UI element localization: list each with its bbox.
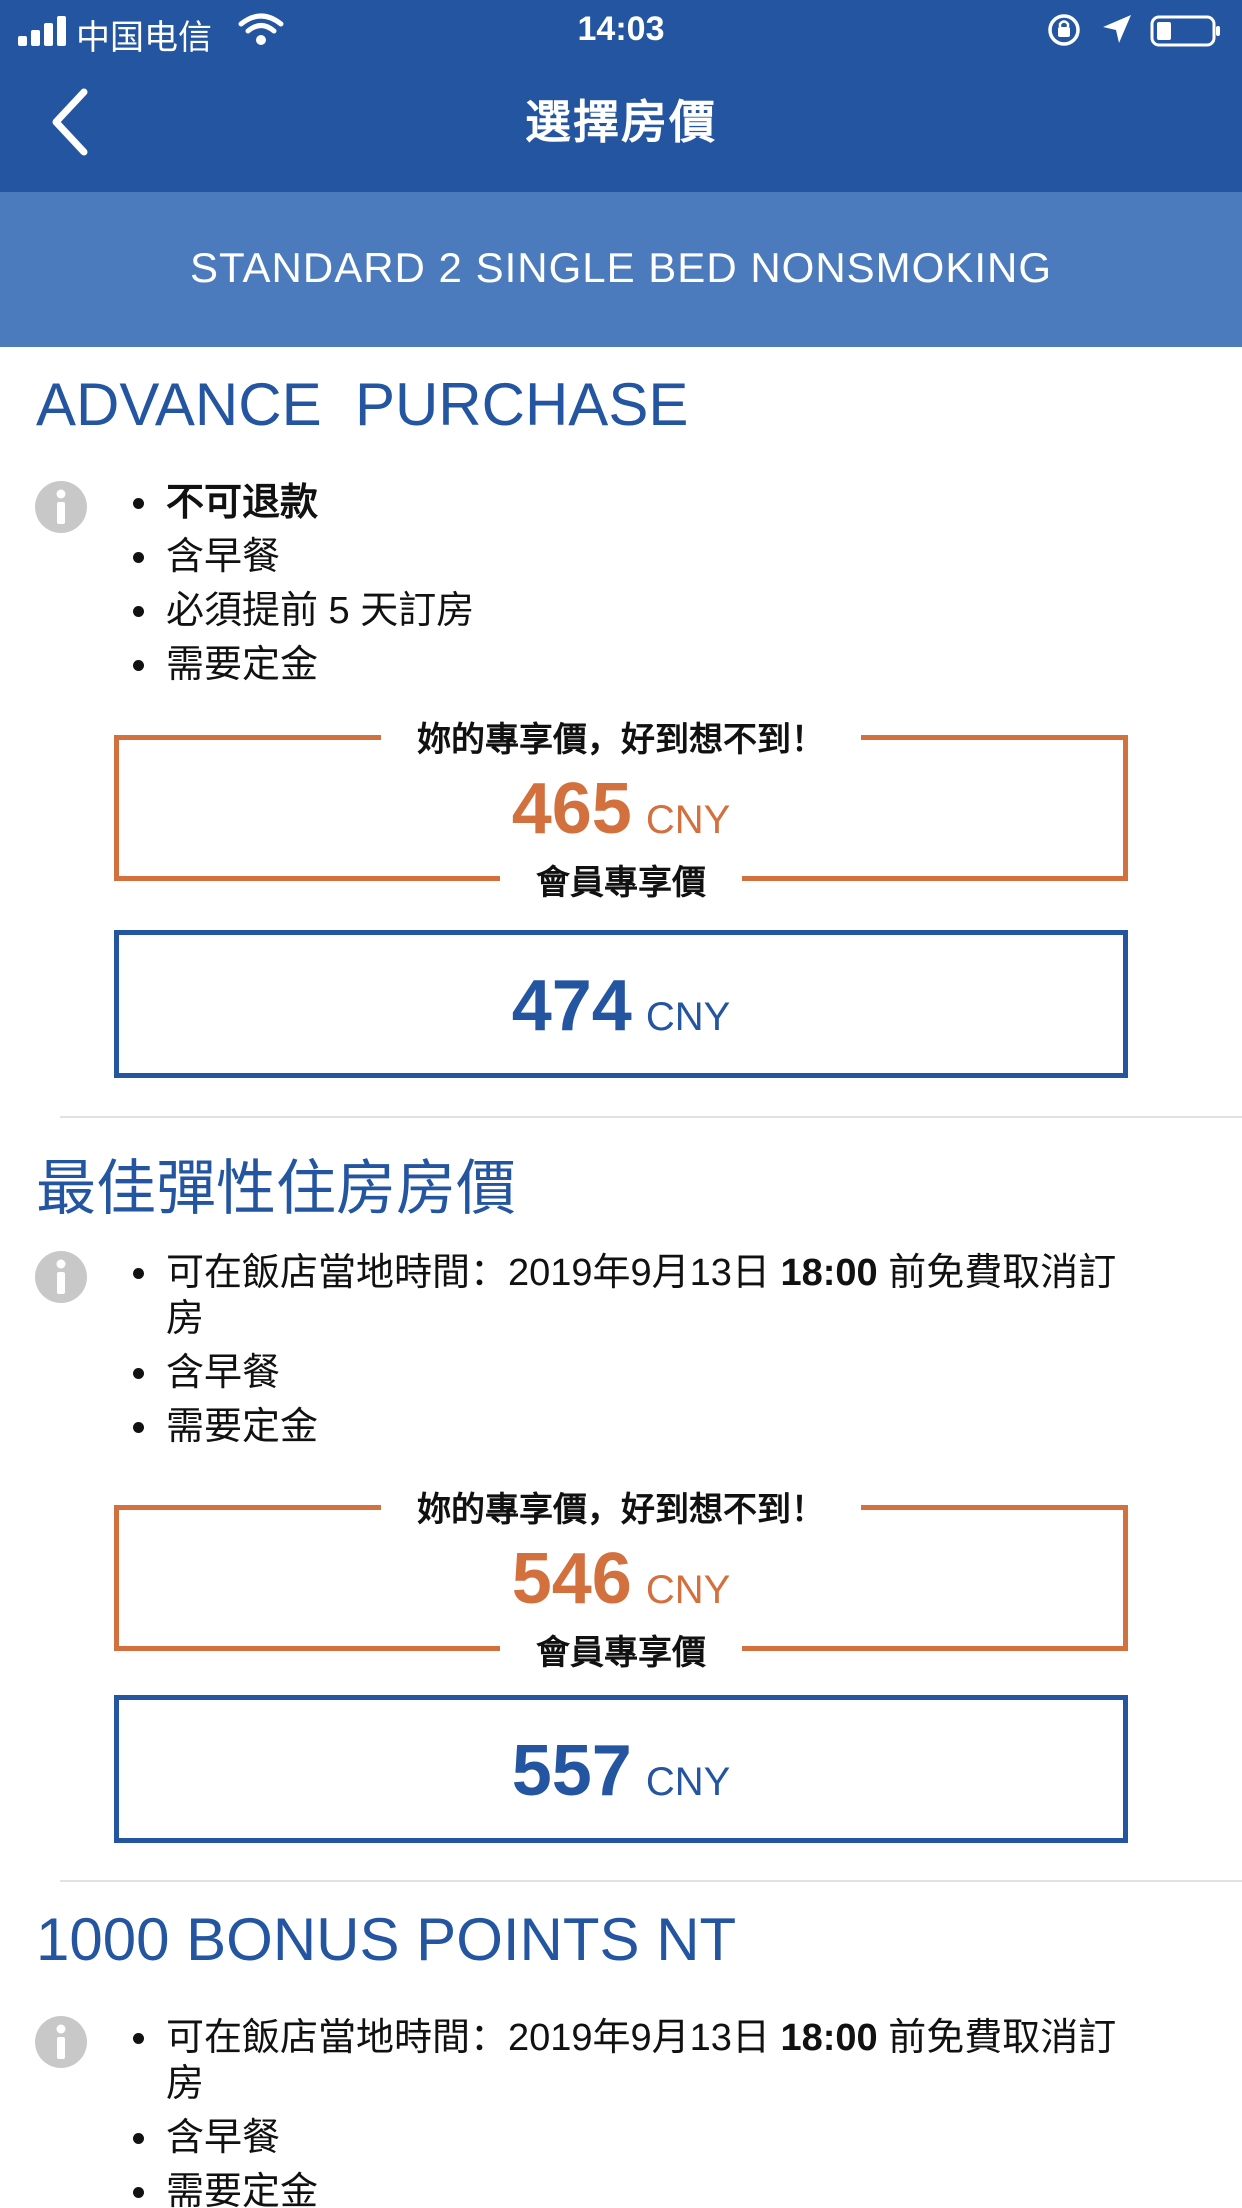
standard-price-button[interactable]: 474 CNY bbox=[114, 930, 1128, 1078]
page-title: 選擇房價 bbox=[525, 96, 717, 148]
cancel-policy-text: 可在飯店當地時間：2019年9月13日 bbox=[166, 2017, 781, 2059]
feature-list: 不可退款 含早餐 必須提前 5 天訂房 需要定金 bbox=[120, 476, 1162, 692]
info-icon[interactable] bbox=[34, 1250, 88, 1304]
rate-plan: 最佳彈性住房房價 可在飯店當地時間：2019年9月13日 18:00 前免費取消… bbox=[0, 1140, 1242, 1860]
divider bbox=[60, 1880, 1242, 1882]
standard-price-currency: CNY bbox=[645, 995, 731, 1039]
feature-list: 可在飯店當地時間：2019年9月13日 18:00 前免費取消訂房 含早餐 需要… bbox=[120, 1246, 1142, 1454]
status-bar: 中国电信 14:03 bbox=[0, 0, 1242, 62]
member-caption-bottom: 會員專享價 bbox=[500, 864, 742, 902]
location-arrow-icon bbox=[1103, 15, 1131, 43]
cancel-policy-time: 18:00 bbox=[780, 1252, 878, 1294]
standard-price: 474 CNY bbox=[119, 965, 1123, 1047]
standard-price-amount: 557 bbox=[511, 1731, 632, 1811]
member-price-currency: CNY bbox=[645, 1568, 731, 1612]
feature-list: 可在飯店當地時間：2019年9月13日 18:00 前免費取消訂房 含早餐 需要… bbox=[120, 2011, 1142, 2208]
rate-plan: 1000 BONUS POINTS NT 可在飯店當地時間：2019年9月13日… bbox=[0, 1905, 1242, 2208]
feature-item: 需要定金 bbox=[162, 1400, 1142, 1454]
feature-item: 必須提前 5 天訂房 bbox=[162, 584, 1162, 638]
standard-price: 557 CNY bbox=[119, 1730, 1123, 1812]
feature-item: 需要定金 bbox=[162, 638, 1162, 692]
feature-item: 含早餐 bbox=[162, 2111, 1142, 2165]
feature-item: 需要定金 bbox=[162, 2165, 1142, 2208]
member-price: 465 CNY bbox=[119, 768, 1123, 850]
divider bbox=[60, 1116, 1242, 1118]
member-price-button[interactable]: 妳的專享價，好到想不到！ 546 CNY 會員專享價 bbox=[114, 1491, 1128, 1672]
member-price-button[interactable]: 妳的專享價，好到想不到！ 465 CNY 會員專享價 bbox=[114, 721, 1128, 902]
rate-title: 最佳彈性住房房價 bbox=[36, 1155, 516, 1222]
rate-title: 1000 BONUS POINTS NT bbox=[36, 1906, 737, 1973]
rotation-lock-icon bbox=[1048, 14, 1080, 46]
standard-price-amount: 474 bbox=[511, 966, 632, 1046]
rate-title: ADVANCE PURCHASE bbox=[36, 371, 689, 438]
member-price: 546 CNY bbox=[119, 1538, 1123, 1620]
cancel-policy-item: 可在飯店當地時間：2019年9月13日 18:00 前免費取消訂房 bbox=[162, 2011, 1142, 2111]
battery-icon bbox=[1150, 15, 1220, 47]
info-icon[interactable] bbox=[34, 480, 88, 534]
member-caption-top: 妳的專享價，好到想不到！ bbox=[381, 1491, 861, 1529]
standard-price-button[interactable]: 557 CNY bbox=[114, 1695, 1128, 1843]
member-caption-top: 妳的專享價，好到想不到！ bbox=[381, 721, 861, 759]
cancel-policy-item: 可在飯店當地時間：2019年9月13日 18:00 前免費取消訂房 bbox=[162, 1246, 1142, 1346]
feature-item: 含早餐 bbox=[162, 1346, 1142, 1400]
feature-item: 含早餐 bbox=[162, 530, 1162, 584]
standard-price-currency: CNY bbox=[645, 1760, 731, 1804]
cancel-policy-time: 18:00 bbox=[780, 2017, 878, 2059]
member-caption-bottom: 會員專享價 bbox=[500, 1634, 742, 1672]
rate-plan: ADVANCE PURCHASE 不可退款 含早餐 必須提前 5 天訂房 需要定… bbox=[0, 370, 1242, 1090]
room-type-banner: STANDARD 2 SINGLE BED NONSMOKING bbox=[0, 192, 1242, 347]
member-price-amount: 465 bbox=[511, 769, 632, 849]
room-type-name: STANDARD 2 SINGLE BED NONSMOKING bbox=[189, 244, 1053, 291]
cancel-policy-text: 可在飯店當地時間：2019年9月13日 bbox=[166, 1252, 781, 1294]
feature-item: 不可退款 bbox=[162, 476, 1162, 530]
info-icon[interactable] bbox=[34, 2015, 88, 2069]
member-price-amount: 546 bbox=[511, 1539, 632, 1619]
member-price-currency: CNY bbox=[645, 798, 731, 842]
nav-bar: 選擇房價 bbox=[0, 62, 1242, 192]
